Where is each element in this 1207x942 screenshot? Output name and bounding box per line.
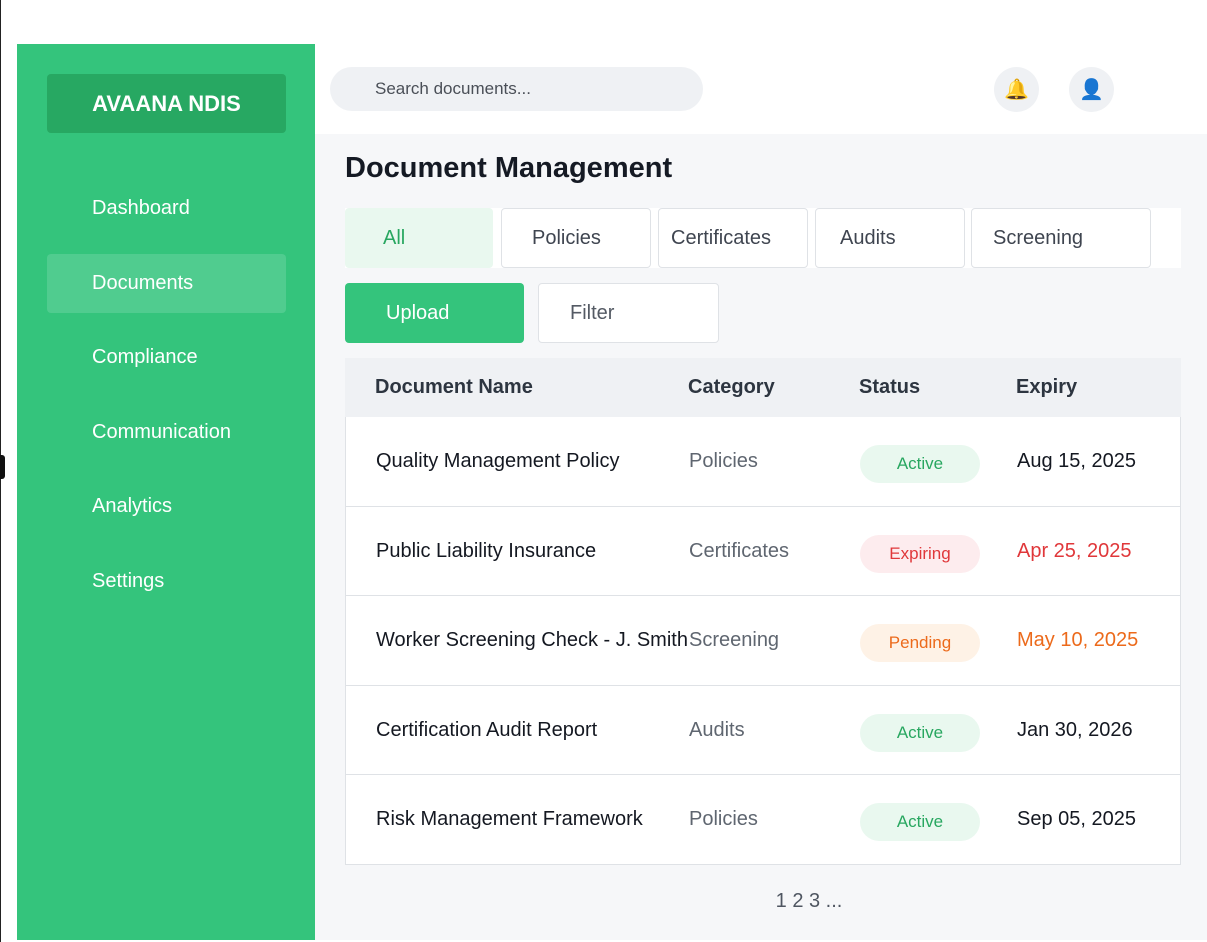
document-name[interactable]: Risk Management Framework	[376, 775, 643, 864]
tab-all[interactable]: All	[345, 208, 493, 268]
documents-table: Document Name Category Status Expiry Qua…	[345, 358, 1181, 865]
tab-policies[interactable]: Policies	[501, 208, 651, 268]
sidebar-item-dashboard[interactable]: Dashboard	[47, 179, 286, 238]
column-header-expiry[interactable]: Expiry	[1016, 358, 1077, 417]
table-row[interactable]: Quality Management Policy Policies Activ…	[345, 417, 1181, 507]
document-name[interactable]: Public Liability Insurance	[376, 507, 596, 596]
sidebar-item-documents[interactable]: Documents	[47, 254, 286, 313]
app-frame: AVAANA NDIS Dashboard Documents Complian…	[17, 44, 1207, 940]
expiry-date: Jan 30, 2026	[1017, 718, 1133, 741]
expiry-date: May 10, 2025	[1017, 629, 1139, 651]
table-header: Document Name Category Status Expiry	[345, 358, 1181, 417]
sidebar-item-compliance[interactable]: Compliance	[47, 328, 286, 387]
status-badge: Active	[860, 713, 980, 752]
table-row[interactable]: Risk Management Framework Policies Activ…	[345, 775, 1181, 865]
sidebar-item-communication[interactable]: Communication	[47, 403, 286, 462]
search-input[interactable]	[330, 67, 703, 111]
category-tabs: All Policies Certificates Audits Screeni…	[345, 208, 1181, 268]
table-row[interactable]: Certification Audit Report Audits Active…	[345, 685, 1181, 775]
document-category: Policies	[689, 808, 758, 830]
document-name[interactable]: Worker Screening Check - J. Smith	[376, 596, 688, 685]
document-name[interactable]: Quality Management Policy	[376, 417, 619, 506]
main-content: Document Management All Policies Certifi…	[315, 134, 1207, 940]
page-title: Document Management	[345, 152, 673, 184]
expiry-date: Apr 25, 2025	[1017, 539, 1132, 562]
pagination[interactable]: 1 2 3 ...	[315, 890, 1207, 913]
table-row[interactable]: Public Liability Insurance Certificates …	[345, 506, 1181, 596]
bell-icon[interactable]: 🔔	[994, 67, 1039, 112]
top-bar: 🔔 👤	[315, 44, 1207, 134]
expiry-date: Sep 05, 2025	[1017, 808, 1136, 830]
document-name[interactable]: Certification Audit Report	[376, 686, 597, 775]
expiry-date: Aug 15, 2025	[1017, 450, 1136, 472]
window-resize-handle[interactable]	[0, 455, 5, 479]
column-header-category[interactable]: Category	[688, 358, 775, 417]
status-badge: Pending	[860, 624, 980, 662]
column-header-status[interactable]: Status	[859, 358, 920, 417]
document-category: Audits	[689, 718, 745, 741]
status-badge: Expiring	[860, 534, 980, 573]
tab-audits[interactable]: Audits	[815, 208, 965, 268]
filter-button[interactable]: Filter	[538, 283, 719, 343]
status-badge: Active	[860, 803, 980, 841]
document-category: Policies	[689, 450, 758, 472]
table-row[interactable]: Worker Screening Check - J. Smith Screen…	[345, 596, 1181, 686]
tab-certificates[interactable]: Certificates	[658, 208, 808, 268]
upload-button[interactable]: Upload	[345, 283, 524, 343]
sidebar-item-settings[interactable]: Settings	[47, 552, 286, 611]
document-category: Screening	[689, 629, 780, 651]
tab-screening[interactable]: Screening	[971, 208, 1151, 268]
document-category: Certificates	[689, 539, 790, 562]
column-header-document-name[interactable]: Document Name	[375, 358, 533, 417]
brand-logo: AVAANA NDIS	[47, 74, 286, 133]
sidebar-item-analytics[interactable]: Analytics	[47, 477, 286, 536]
user-avatar-icon[interactable]: 👤	[1069, 67, 1114, 112]
status-badge: Active	[860, 445, 980, 483]
sidebar: AVAANA NDIS Dashboard Documents Complian…	[17, 44, 315, 940]
